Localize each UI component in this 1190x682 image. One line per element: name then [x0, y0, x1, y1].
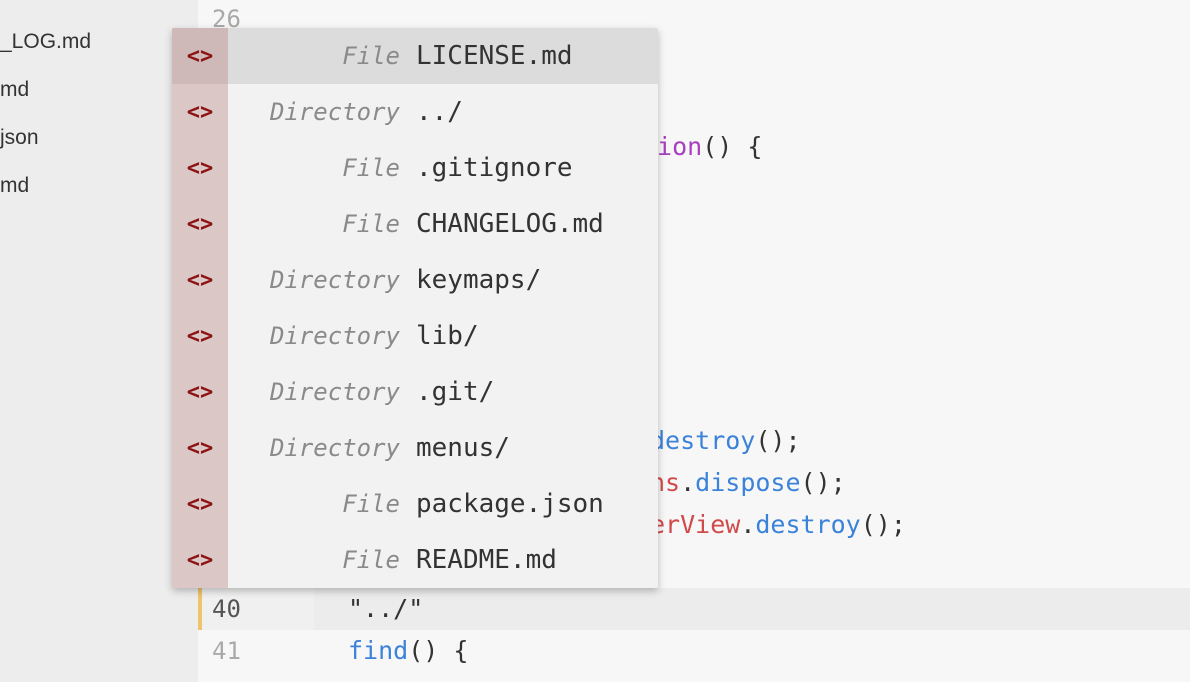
- code-brackets-icon: <>: [172, 476, 228, 532]
- code-token-function: destroy: [650, 426, 756, 455]
- code-brackets-icon: <>: [172, 140, 228, 196]
- autocomplete-item-type: Directory: [269, 322, 400, 350]
- autocomplete-item-text: ../: [416, 97, 463, 127]
- autocomplete-item-text: LICENSE.md: [416, 41, 573, 71]
- autocomplete-item-text: README.md: [416, 545, 557, 575]
- code-brackets-icon: <>: [172, 532, 228, 588]
- code-token: .: [740, 510, 756, 539]
- code-token: ();: [860, 510, 906, 539]
- code-token: ();: [755, 426, 801, 455]
- autocomplete-item-type: File: [342, 210, 400, 238]
- code-token-function: dispose: [695, 468, 801, 497]
- autocomplete-item-text: .gitignore: [416, 153, 573, 183]
- autocomplete-item[interactable]: <> Directory ../: [172, 84, 658, 140]
- autocomplete-item-type: Directory: [269, 98, 400, 126]
- code-token-function: find: [348, 636, 409, 665]
- code-token: ();: [800, 468, 846, 497]
- line-number: 41: [212, 637, 241, 665]
- autocomplete-item-text: menus/: [416, 433, 510, 463]
- autocomplete-item[interactable]: <> Directory keymaps/: [172, 252, 658, 308]
- line-number-current: 40: [212, 595, 241, 623]
- code-token-function: destroy: [755, 510, 861, 539]
- code-token-string: "../": [348, 594, 424, 623]
- code-token: .: [680, 468, 696, 497]
- code-brackets-icon: <>: [172, 308, 228, 364]
- code-brackets-icon: <>: [172, 364, 228, 420]
- autocomplete-item-type: File: [342, 42, 400, 70]
- autocomplete-item[interactable]: <> File CHANGELOG.md: [172, 196, 658, 252]
- code-line: erView.destroy();: [650, 504, 906, 546]
- autocomplete-item-text: CHANGELOG.md: [416, 209, 604, 239]
- autocomplete-item-type: Directory: [269, 378, 400, 406]
- cursor-line-highlight: [314, 588, 1190, 630]
- autocomplete-item-text: keymaps/: [416, 265, 542, 295]
- modified-line-marker: [198, 588, 202, 630]
- autocomplete-item[interactable]: <> File .gitignore: [172, 140, 658, 196]
- code-token-variable: erView: [650, 510, 741, 539]
- autocomplete-item[interactable]: <> Directory lib/: [172, 308, 658, 364]
- autocomplete-item-text: .git/: [416, 377, 495, 407]
- tree-item-changelog[interactable]: _LOG.md: [0, 28, 91, 56]
- code-line: tion() {: [642, 126, 762, 168]
- code-line: find() {: [348, 630, 468, 672]
- autocomplete-item[interactable]: <> Directory .git/: [172, 364, 658, 420]
- code-line: destroy();: [650, 420, 801, 462]
- code-brackets-icon: <>: [172, 84, 228, 140]
- code-brackets-icon: <>: [172, 252, 228, 308]
- autocomplete-item-text: package.json: [416, 489, 604, 519]
- autocomplete-item-selected[interactable]: <> File LICENSE.md: [172, 28, 658, 84]
- tree-item-readme[interactable]: md: [0, 172, 29, 200]
- code-brackets-icon: <>: [172, 420, 228, 476]
- code-brackets-icon: <>: [172, 196, 228, 252]
- code-brackets-icon: <>: [172, 28, 228, 84]
- tree-item-package-json[interactable]: json: [0, 124, 39, 152]
- code-line: ns.dispose();: [650, 462, 846, 504]
- autocomplete-item[interactable]: <> Directory menus/: [172, 420, 658, 476]
- autocomplete-item-type: Directory: [269, 266, 400, 294]
- autocomplete-item-type: File: [342, 546, 400, 574]
- autocomplete-popup: <> File LICENSE.md <> Directory ../ <> F…: [172, 28, 658, 588]
- autocomplete-item-type: Directory: [269, 434, 400, 462]
- autocomplete-item-type: File: [342, 154, 400, 182]
- code-line-current: "../": [348, 588, 423, 630]
- code-token: () {: [408, 636, 469, 665]
- autocomplete-item[interactable]: <> File README.md: [172, 532, 658, 588]
- autocomplete-item-type: File: [342, 490, 400, 518]
- autocomplete-item[interactable]: <> File package.json: [172, 476, 658, 532]
- code-token: () {: [702, 132, 763, 161]
- autocomplete-item-text: lib/: [416, 321, 479, 351]
- tree-item-license[interactable]: md: [0, 76, 29, 104]
- tree-view: _LOG.md md json md: [0, 0, 198, 682]
